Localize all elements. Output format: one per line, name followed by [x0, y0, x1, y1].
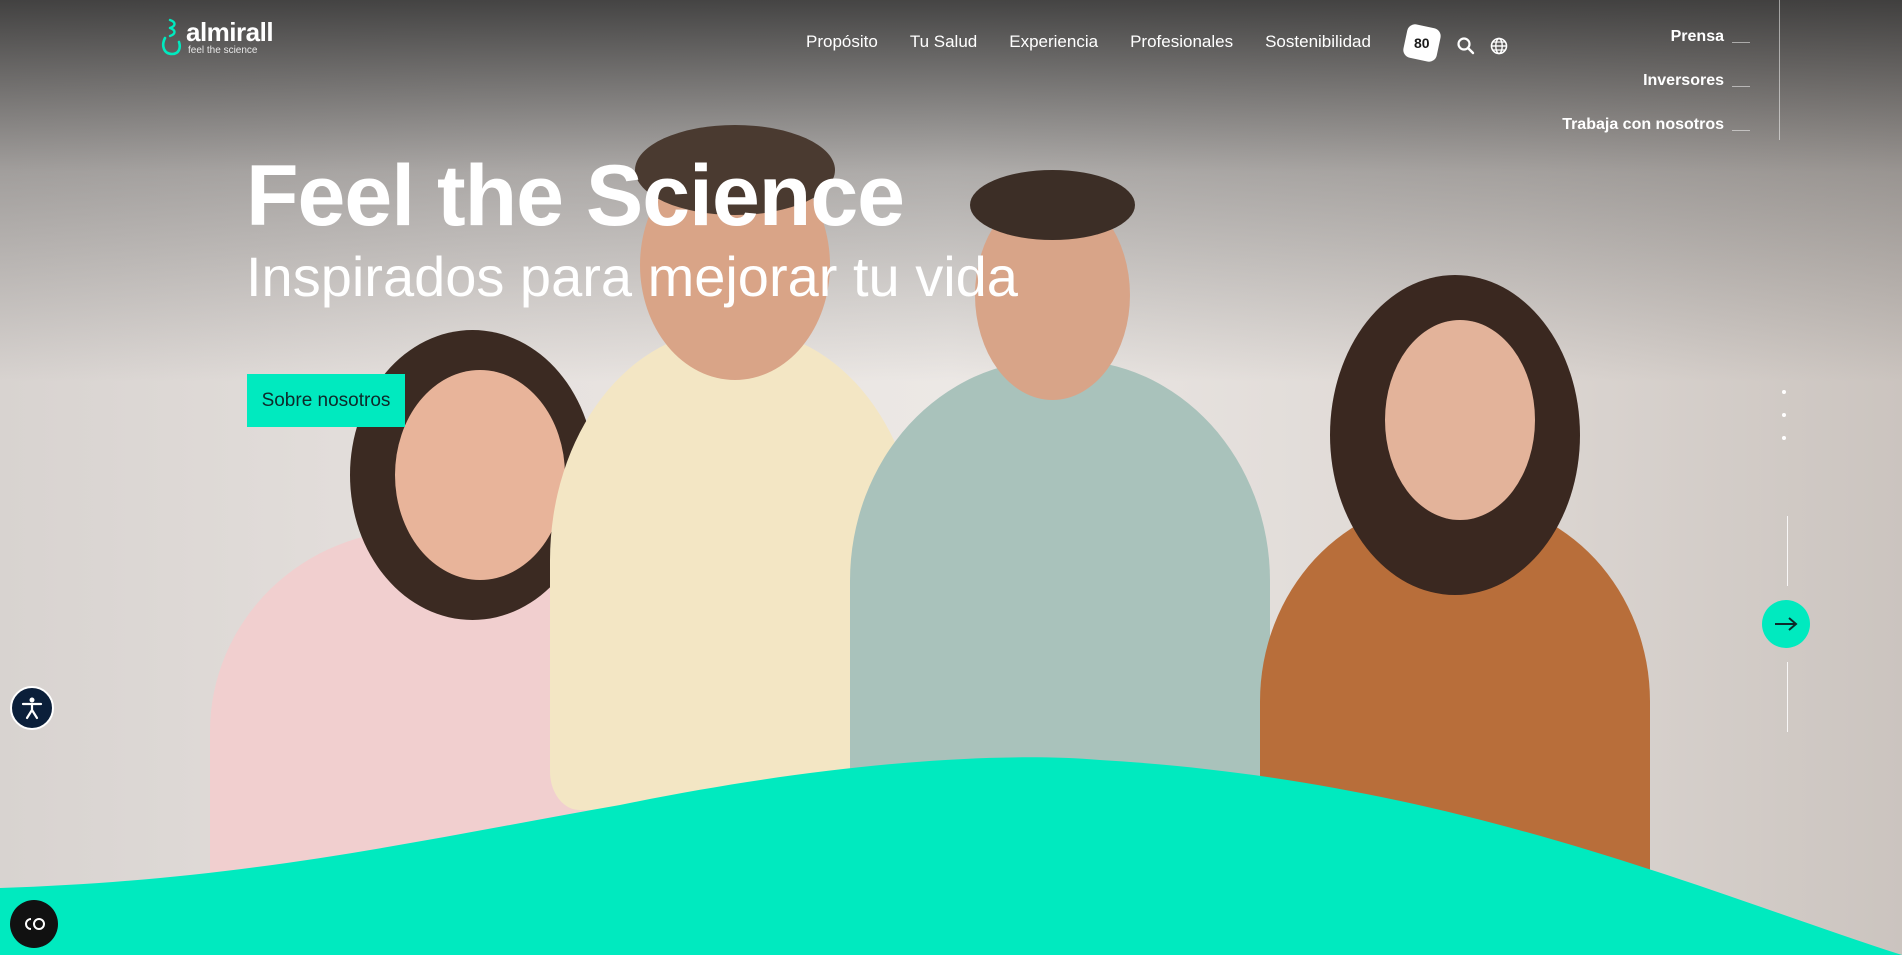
main-navigation: Propósito Tu Salud Experiencia Profesion… — [806, 32, 1371, 52]
nav-item-profesionales[interactable]: Profesionales — [1130, 32, 1233, 52]
nav-item-proposito[interactable]: Propósito — [806, 32, 878, 52]
cookie-settings-button[interactable] — [10, 900, 58, 948]
logo-mark-icon — [161, 18, 182, 56]
side-nav-inversores[interactable]: Inversores — [1562, 72, 1750, 116]
arrow-right-icon — [1775, 617, 1798, 631]
side-nav-rule — [1779, 0, 1780, 140]
hero-subtitle: Inspirados para mejorar tu vida — [246, 245, 1018, 308]
brand-name: almirall — [186, 17, 274, 47]
about-us-button[interactable]: Sobre nosotros — [247, 374, 405, 427]
nav-item-tu-salud[interactable]: Tu Salud — [910, 32, 977, 52]
nav-item-sostenibilidad[interactable]: Sostenibilidad — [1265, 32, 1371, 52]
person-head — [395, 370, 565, 580]
side-nav-trabaja[interactable]: Trabaja con nosotros — [1562, 116, 1750, 160]
side-nav-prensa[interactable]: Prensa — [1562, 28, 1750, 72]
hero-title: Feel the Science — [246, 148, 905, 244]
slide-dot[interactable] — [1782, 436, 1786, 440]
brand-logo[interactable]: almirall feel the science — [160, 17, 274, 56]
nav-item-experiencia[interactable]: Experiencia — [1009, 32, 1098, 52]
secondary-navigation: Prensa Inversores Trabaja con nosotros — [1562, 28, 1750, 160]
slide-dot[interactable] — [1782, 390, 1786, 394]
slide-dot[interactable] — [1782, 413, 1786, 417]
anniversary-badge[interactable]: 80 — [1401, 22, 1443, 64]
slide-pagination — [1782, 390, 1786, 440]
anniversary-badge-label: 80 — [1414, 34, 1430, 51]
hero-wave-shape — [0, 757, 1902, 955]
person-head — [1385, 320, 1535, 520]
person-hair — [970, 170, 1135, 240]
accessibility-icon — [21, 697, 43, 720]
brand-tagline: feel the science — [188, 45, 258, 56]
accessibility-button[interactable] — [10, 686, 54, 730]
slider-line-bottom — [1787, 662, 1788, 732]
next-slide-button[interactable] — [1762, 600, 1810, 648]
slider-line-top — [1787, 516, 1788, 586]
cookie-settings-icon — [25, 918, 45, 930]
search-icon[interactable] — [1456, 36, 1476, 56]
globe-icon[interactable] — [1489, 36, 1509, 56]
